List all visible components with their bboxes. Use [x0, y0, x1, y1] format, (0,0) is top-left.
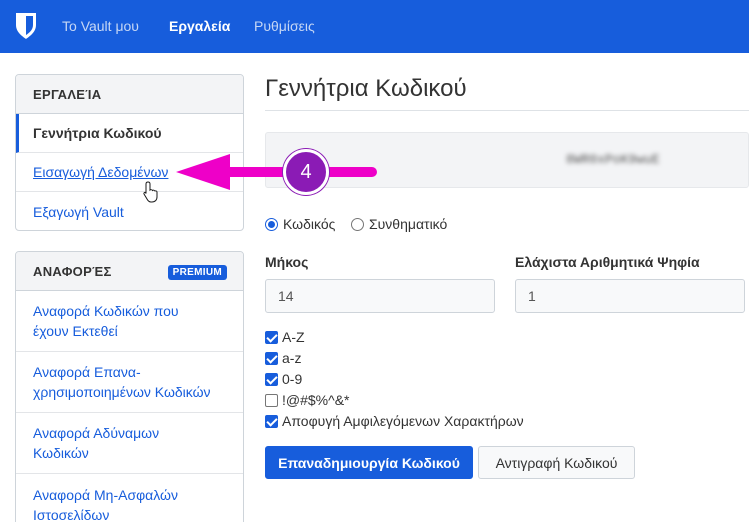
regenerate-password-button[interactable]: Επαναδημιουργία Κωδικού — [265, 446, 473, 479]
radio-button-checked[interactable] — [265, 217, 278, 231]
radio-button[interactable] — [351, 217, 364, 231]
option-lowercase[interactable]: a-z — [265, 349, 301, 367]
option-label: a-z — [282, 350, 302, 366]
option-label: 0-9 — [282, 371, 303, 387]
sidebar-item-weak-passwords[interactable]: Αναφορά Αδύναμων Κωδικών — [16, 413, 243, 474]
sidebar-item-exposed-passwords[interactable]: Αναφορά Κωδικών που έχουν Εκτεθεί — [16, 291, 243, 352]
report-label-line1: Αναφορά Κωδικών που — [33, 303, 179, 319]
min-numbers-label: Ελάχιστα Αριθμητικά Ψηφία — [515, 254, 700, 270]
nav-my-vault[interactable]: Το Vault μου — [62, 18, 139, 34]
sidebar-item-import-data[interactable]: Εισαγωγή Δεδομένων — [16, 153, 243, 192]
report-label-line1: Αναφορά Επανα- — [33, 364, 141, 380]
tools-header: ΕΡΓΑΛΕΊΑ — [16, 75, 243, 114]
reports-title: ΑΝΑΦΟΡΈΣ — [33, 263, 112, 279]
checkbox-checked[interactable] — [265, 372, 278, 386]
option-label: Αποφυγή Αμφιλεγόμενων Χαρακτήρων — [282, 413, 524, 429]
radio-password[interactable]: Κωδικός — [265, 216, 335, 232]
page-title: Γεννήτρια Κωδικού — [265, 75, 467, 102]
report-label-line2: χρησιμοποιημένων Κωδικών — [33, 384, 211, 400]
checkbox-unchecked[interactable] — [265, 393, 278, 407]
sidebar-item-label: Γεννήτρια Κωδικού — [33, 125, 162, 141]
sidebar-item-export-vault[interactable]: Εξαγωγή Vault — [16, 192, 243, 230]
option-numbers[interactable]: 0-9 — [265, 370, 302, 388]
step-badge: 4 — [283, 149, 329, 195]
tools-card: ΕΡΓΑΛΕΊΑ Γεννήτρια Κωδικού Εισαγωγή Δεδο… — [15, 74, 244, 231]
checkbox-checked[interactable] — [265, 351, 278, 365]
top-navbar: Το Vault μου Εργαλεία Ρυθμίσεις — [0, 0, 749, 53]
option-label: !@#$%^&* — [282, 392, 350, 408]
option-special[interactable]: !@#$%^&* — [265, 391, 349, 409]
nav-settings[interactable]: Ρυθμίσεις — [254, 18, 315, 34]
sidebar-item-label: Εισαγωγή Δεδομένων — [33, 164, 169, 180]
shield-logo-icon[interactable] — [14, 12, 38, 40]
length-input[interactable]: 14 — [265, 279, 495, 313]
generated-password-box[interactable]: 8WR0xPoK9wuE — [265, 132, 749, 188]
checkbox-checked[interactable] — [265, 330, 278, 344]
reports-header: ΑΝΑΦΟΡΈΣ PREMIUM — [16, 252, 243, 291]
min-numbers-input[interactable]: 1 — [515, 279, 745, 313]
option-label: A-Z — [282, 329, 305, 345]
sidebar-item-label: Εξαγωγή Vault — [33, 203, 124, 220]
length-label: Μήκος — [265, 254, 309, 270]
report-label-line2: έχουν Εκτεθεί — [33, 323, 118, 339]
title-divider — [265, 110, 749, 111]
generated-password: 8WR0xPoK9wuE — [566, 152, 660, 167]
radio-passphrase[interactable]: Συνθηματικό — [351, 216, 447, 232]
sidebar-item-unsecured-websites[interactable]: Αναφορά Μη-Ασφαλών Ιστοσελίδων — [16, 474, 243, 522]
report-label-line1: Αναφορά Αδύναμων — [33, 425, 160, 441]
option-avoid-ambiguous[interactable]: Αποφυγή Αμφιλεγόμενων Χαρακτήρων — [265, 412, 524, 430]
radio-label: Συνθηματικό — [369, 216, 448, 232]
copy-password-button[interactable]: Αντιγραφή Κωδικού — [478, 446, 635, 479]
report-label-line2: Κωδικών — [33, 445, 89, 461]
premium-badge: PREMIUM — [167, 265, 227, 280]
report-label-line2: Ιστοσελίδων — [33, 506, 110, 522]
radio-label: Κωδικός — [283, 216, 336, 232]
nav-tools[interactable]: Εργαλεία — [169, 18, 230, 34]
checkbox-checked[interactable] — [265, 414, 278, 428]
option-uppercase[interactable]: A-Z — [265, 328, 305, 346]
sidebar-item-password-generator[interactable]: Γεννήτρια Κωδικού — [16, 114, 243, 153]
reports-card: ΑΝΑΦΟΡΈΣ PREMIUM Αναφορά Κωδικών που έχο… — [15, 251, 244, 522]
sidebar-item-reused-passwords[interactable]: Αναφορά Επανα- χρησιμοποιημένων Κωδικών — [16, 352, 243, 413]
report-label-line1: Αναφορά Μη-Ασφαλών — [33, 486, 178, 503]
